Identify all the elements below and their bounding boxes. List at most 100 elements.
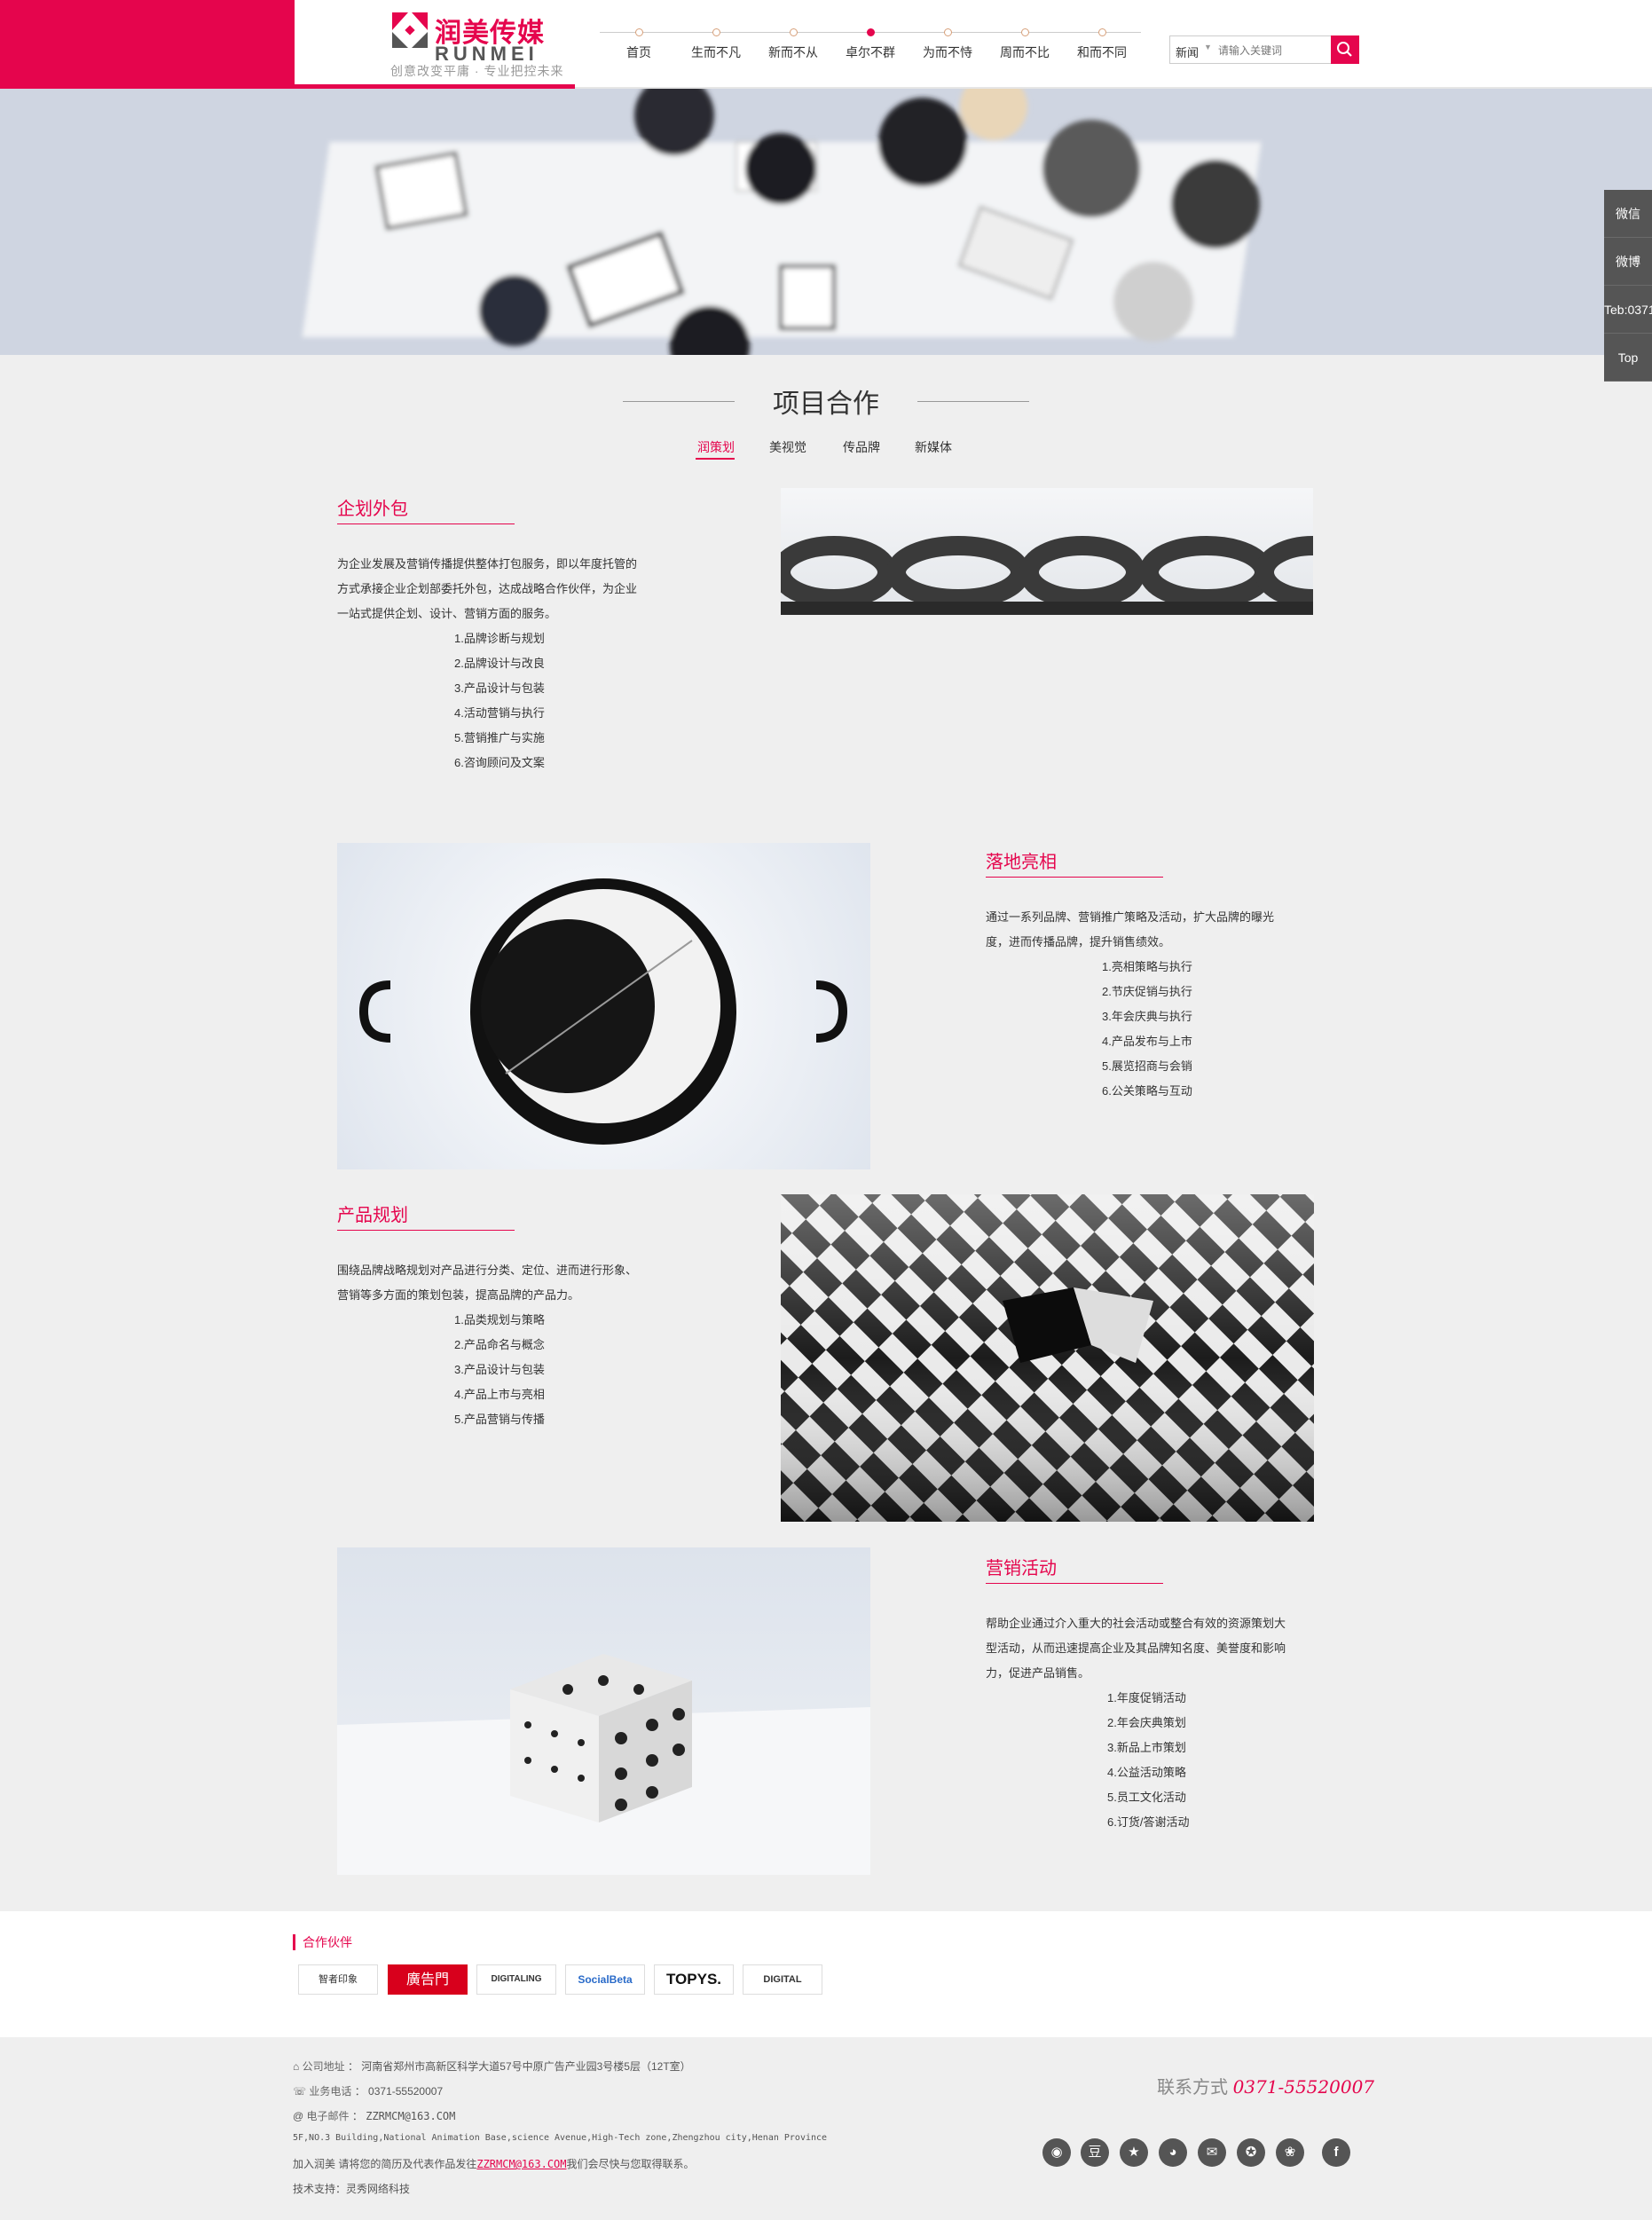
desc-line: 帮助企业通过介入重大的社会活动或整合有效的资源策划大: [986, 1617, 1286, 1630]
partner-logo[interactable]: SocialBeta: [565, 1964, 645, 1995]
phone-value: 0371-55520007: [368, 2085, 444, 2098]
list-item: 6.咨询顾问及文案: [454, 756, 545, 769]
desc-line: 为企业发展及营销传播提供整体打包服务，即以年度托管的: [337, 557, 638, 571]
footer-phone: ☏ 业务电话 ： 0371-55520007: [293, 2085, 444, 2098]
nav-item-7[interactable]: 和而不同: [1063, 28, 1141, 61]
list-item: 4.活动营销与执行: [454, 706, 545, 720]
tab-meishijue[interactable]: 美视觉: [769, 438, 806, 456]
partner-logo[interactable]: DIGITALING: [476, 1964, 556, 1995]
list-item: 3.产品设计与包装: [454, 681, 545, 695]
list-item: 1.品牌诊断与规划: [454, 632, 545, 645]
list-item: 5.展览招商与会销: [1102, 1059, 1192, 1073]
search-input[interactable]: [1218, 41, 1325, 60]
phone-label: 业务电话: [309, 2085, 352, 2098]
block-rule: [337, 1230, 515, 1231]
douban-icon[interactable]: 豆: [1081, 2138, 1109, 2167]
tab-runcehua[interactable]: 润策划: [697, 438, 735, 456]
address-label: 公司地址: [302, 2060, 345, 2073]
tab-xinmeiti[interactable]: 新媒体: [915, 438, 952, 456]
list-item: 6.订货/答谢活动: [1107, 1815, 1190, 1829]
contact-label: 联系方式: [1157, 2078, 1228, 2098]
nav-item-5[interactable]: 为而不恃: [909, 28, 987, 61]
desc-line: 型活动，从而迅速提高企业及其品牌知名度、美誉度和影响: [986, 1641, 1286, 1655]
partner-logo-text: SocialBeta: [578, 1973, 633, 1986]
wechat-icon[interactable]: ✉: [1198, 2138, 1226, 2167]
nav-dot: [1097, 28, 1106, 36]
email-value: ZZRMCM@163.COM: [366, 2110, 456, 2122]
join-text: 加入润美 请将您的简历及代表作品发往: [293, 2158, 477, 2170]
chevron-down-icon[interactable]: ▼: [1204, 43, 1212, 51]
block-rule: [986, 1583, 1163, 1584]
site-footer: ⌂ 公司地址 ： 河南省郑州市高新区科学大道57号中原广告产业园3号楼5层（12…: [0, 2037, 1652, 2220]
desc-line: 围绕品牌战略规划对产品进行分类、定位、进而进行形象、: [337, 1264, 638, 1277]
back-to-top-button[interactable]: Top: [1604, 334, 1652, 382]
nav-dot: [1020, 28, 1029, 36]
facebook-icon[interactable]: f: [1322, 2138, 1350, 2167]
star-icon[interactable]: ★: [1120, 2138, 1148, 2167]
side-wechat[interactable]: 微信: [1604, 190, 1652, 238]
nav-label: 卓尔不群: [846, 45, 895, 59]
list-item: 3.新品上市策划: [1107, 1741, 1186, 1754]
side-phone[interactable]: Teb:0371: [1604, 286, 1652, 334]
nav-label: 为而不恃: [923, 45, 972, 59]
active-tab-indicator: [696, 458, 735, 460]
block-desc: 通过一系列品牌、营销推广策略及活动，扩大品牌的曝光 度，进而传播品牌，提升销售绩…: [986, 905, 1274, 955]
dice-cube-image: [337, 1547, 870, 1875]
search-icon: [1337, 42, 1352, 57]
block-desc: 围绕品牌战略规划对产品进行分类、定位、进而进行形象、 营销等多方面的策划包装，提…: [337, 1258, 637, 1308]
nav-item-3[interactable]: 新而不从: [754, 28, 832, 61]
nav-label: 首页: [626, 45, 651, 59]
desc-line: 力，促进产品销售。: [986, 1666, 1090, 1680]
partner-logo[interactable]: TOPYS.: [654, 1964, 734, 1995]
checkerboard-image: [781, 1194, 1314, 1522]
pan-image: [337, 843, 870, 1169]
desc-line: 一站式提供企划、设计、营销方面的服务。: [337, 607, 557, 620]
block-list: 1.品牌诊断与规划 2.品牌设计与改良 3.产品设计与包装 4.活动营销与执行 …: [454, 626, 545, 775]
nav-item-2[interactable]: 生而不凡: [677, 28, 755, 61]
search-category-select[interactable]: 新闻: [1176, 43, 1199, 60]
logo[interactable]: 润美传媒 RUNMEI 创意改变平庸 · 专业把控未来: [390, 9, 562, 80]
tab-chuanpinpai[interactable]: 传品牌: [843, 438, 880, 456]
nav-item-4[interactable]: 卓尔不群: [831, 28, 909, 61]
weibo-icon[interactable]: ◉: [1042, 2138, 1071, 2167]
side-weibo[interactable]: 微博: [1604, 238, 1652, 286]
nav-item-home[interactable]: 首页: [600, 28, 678, 61]
partner-logo[interactable]: 智者印象: [298, 1964, 378, 1995]
pan-illustration: [358, 878, 848, 1145]
list-item: 5.营销推广与实施: [454, 731, 545, 744]
partner-logo-text: 廣告門: [405, 1971, 449, 1988]
footer-email: @ 电子邮件 ： ZZRMCM@163.COM: [293, 2110, 456, 2122]
hero-banner: [0, 89, 1652, 355]
footer-join: 加入润美 请将您的简历及代表作品发往ZZRMCM@163.COM我们会尽快与您取…: [293, 2156, 695, 2171]
partner-logo-text: DIGITALING: [491, 1974, 542, 1984]
partner-logo[interactable]: 廣告門: [388, 1964, 468, 1995]
desc-line: 方式承接企业企划部委托外包，达成战略合作伙伴，为企业: [337, 582, 638, 595]
list-item: 3.产品设计与包装: [454, 1363, 545, 1376]
nav-label: 新而不从: [768, 45, 818, 59]
partner-logo[interactable]: DIGITAL: [743, 1964, 822, 1995]
nav-dot: [712, 28, 720, 36]
baidu-icon[interactable]: ❀: [1276, 2138, 1304, 2167]
email-icon: @: [293, 2110, 304, 2122]
site-header: 润美传媒 RUNMEI 创意改变平庸 · 专业把控未来 首页 生而不凡 新而不从…: [0, 0, 1652, 89]
list-item: 5.产品营销与传播: [454, 1413, 545, 1426]
qq-icon[interactable]: ◕: [1159, 2138, 1187, 2167]
footer-address: ⌂ 公司地址 ： 河南省郑州市高新区科学大道57号中原广告产业园3号楼5层（12…: [293, 2060, 691, 2073]
search-button[interactable]: [1331, 35, 1359, 64]
nav-item-6[interactable]: 周而不比: [986, 28, 1064, 61]
contact-info: 联系方式 0371-55520007: [1157, 2073, 1374, 2098]
banner-image: [0, 89, 1652, 355]
block-title: 营销活动: [986, 1559, 1057, 1578]
renren-icon[interactable]: ✪: [1237, 2138, 1265, 2167]
list-item: 4.产品上市与亮相: [454, 1388, 545, 1401]
block-list: 1.品类规划与策略 2.产品命名与概念 3.产品设计与包装 4.产品上市与亮相 …: [454, 1308, 545, 1432]
list-item: 2.节庆促销与执行: [1102, 985, 1192, 998]
join-email-link[interactable]: ZZRMCM@163.COM: [476, 2158, 566, 2170]
desc-line: 度，进而传播品牌，提升销售绩效。: [986, 935, 1171, 949]
block-rule: [986, 877, 1163, 878]
nav-dot: [634, 28, 643, 36]
block-list: 1.年度促销活动 2.年会庆典策划 3.新品上市策划 4.公益活动策略 5.员工…: [1107, 1686, 1189, 1835]
desc-line: 通过一系列品牌、营销推广策略及活动，扩大品牌的曝光: [986, 910, 1275, 924]
main-nav: 首页 生而不凡 新而不从 卓尔不群 为而不恃 周而不比 和而不同: [600, 28, 1141, 76]
partners-section: 合作伙伴 智者印象 廣告門 DIGITALING SocialBeta TOPY…: [0, 1911, 1652, 2037]
